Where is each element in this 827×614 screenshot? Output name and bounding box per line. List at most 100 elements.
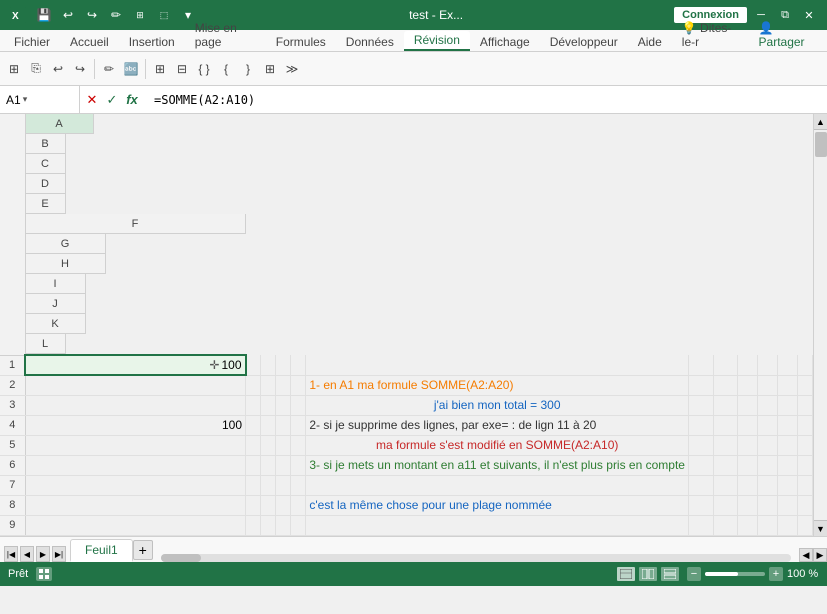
- scroll-thumb[interactable]: [815, 132, 827, 157]
- tab-prev-button[interactable]: ◀: [20, 546, 34, 562]
- cell-k7[interactable]: [778, 475, 798, 495]
- toolbar-icon-9[interactable]: { }: [194, 59, 214, 79]
- toolbar-icon-4[interactable]: ↪: [70, 59, 90, 79]
- cell-j3[interactable]: [758, 395, 778, 415]
- cell-j7[interactable]: [758, 475, 778, 495]
- cell-i6[interactable]: [738, 455, 758, 475]
- toolbar-icon-1[interactable]: ⊞: [4, 59, 24, 79]
- cell-reference-box[interactable]: A1 ▾: [0, 86, 80, 113]
- zoom-out-button[interactable]: −: [687, 567, 701, 581]
- page-break-view-icon[interactable]: [661, 567, 679, 581]
- redo-icon[interactable]: ↪: [82, 5, 102, 25]
- cell-k2[interactable]: [778, 375, 798, 395]
- cell-j5[interactable]: [758, 435, 778, 455]
- cell-d2[interactable]: [276, 375, 291, 395]
- normal-view-icon[interactable]: [617, 567, 635, 581]
- cell-i8[interactable]: [738, 495, 758, 515]
- cell-b1[interactable]: [246, 355, 261, 375]
- cell-e5[interactable]: [291, 435, 306, 455]
- cell-a4[interactable]: 100: [25, 415, 246, 435]
- cell-g3[interactable]: [688, 395, 713, 415]
- cell-j6[interactable]: [758, 455, 778, 475]
- cell-d8[interactable]: [276, 495, 291, 515]
- cell-d1[interactable]: [276, 355, 291, 375]
- col-header-f[interactable]: F: [26, 214, 246, 234]
- cell-j2[interactable]: [758, 375, 778, 395]
- cell-h2[interactable]: [713, 375, 738, 395]
- tab-insertion[interactable]: Insertion: [119, 33, 185, 51]
- save-icon[interactable]: 💾: [34, 5, 54, 25]
- cell-c2[interactable]: [261, 375, 276, 395]
- cell-a1[interactable]: ✛100: [25, 355, 246, 375]
- add-sheet-button[interactable]: +: [133, 540, 153, 560]
- tab-next-button[interactable]: ▶: [36, 546, 50, 562]
- vertical-scrollbar[interactable]: ▲ ▼: [813, 114, 827, 536]
- cell-k4[interactable]: [778, 415, 798, 435]
- cell-c6[interactable]: [261, 455, 276, 475]
- cell-i5[interactable]: [738, 435, 758, 455]
- toolbar-icon-11[interactable]: }: [238, 59, 258, 79]
- scroll-up-arrow[interactable]: ▲: [814, 114, 827, 130]
- tab-partager[interactable]: 👤 Partager: [749, 19, 823, 51]
- cell-j1[interactable]: [758, 355, 778, 375]
- cell-g1[interactable]: [688, 355, 713, 375]
- formula-input[interactable]: [148, 93, 827, 107]
- toolbar-icon-8[interactable]: ⊟: [172, 59, 192, 79]
- cell-e6[interactable]: [291, 455, 306, 475]
- toolbar-icon-13[interactable]: ≫: [282, 59, 302, 79]
- cell-b4[interactable]: [246, 415, 261, 435]
- cell-c3[interactable]: [261, 395, 276, 415]
- cell-d6[interactable]: [276, 455, 291, 475]
- toolbar-icon-10[interactable]: {: [216, 59, 236, 79]
- cell-g8[interactable]: [688, 495, 713, 515]
- cell-l6[interactable]: [797, 455, 812, 475]
- zoom-slider[interactable]: [705, 572, 765, 576]
- col-header-a[interactable]: A: [26, 114, 94, 134]
- cell-c7[interactable]: [261, 475, 276, 495]
- sheet-tab-feuil1[interactable]: Feuil1: [70, 539, 133, 562]
- zoom-in-button[interactable]: +: [769, 567, 783, 581]
- cell-k3[interactable]: [778, 395, 798, 415]
- cell-h3[interactable]: [713, 395, 738, 415]
- cell-i2[interactable]: [738, 375, 758, 395]
- tab-mise-en-page[interactable]: Mise en page: [185, 19, 266, 51]
- cell-f3[interactable]: j'ai bien mon total = 300: [306, 395, 689, 415]
- cell-i4[interactable]: [738, 415, 758, 435]
- col-header-b[interactable]: B: [26, 134, 66, 154]
- cell-j4[interactable]: [758, 415, 778, 435]
- toolbar-icon-12[interactable]: ⊞: [260, 59, 280, 79]
- tab-formules[interactable]: Formules: [266, 33, 336, 51]
- cell-f2[interactable]: 1- en A1 ma formule SOMME(A2:A20): [306, 375, 689, 395]
- cell-c5[interactable]: [261, 435, 276, 455]
- col-header-g[interactable]: G: [26, 234, 106, 254]
- cell-h8[interactable]: [713, 495, 738, 515]
- col-header-i[interactable]: I: [26, 274, 86, 294]
- form-icon[interactable]: ⊞: [130, 5, 150, 25]
- col-header-c[interactable]: C: [26, 154, 66, 174]
- cell-g6[interactable]: [688, 455, 713, 475]
- cell-f7[interactable]: [306, 475, 689, 495]
- cell-e1[interactable]: [291, 355, 306, 375]
- cell-g7[interactable]: [688, 475, 713, 495]
- cell-l4[interactable]: [797, 415, 812, 435]
- h-scroll-thumb[interactable]: [161, 554, 201, 562]
- cell-h4[interactable]: [713, 415, 738, 435]
- cell-g2[interactable]: [688, 375, 713, 395]
- pencil-icon[interactable]: ✏: [106, 5, 126, 25]
- tab-fichier[interactable]: Fichier: [4, 33, 60, 51]
- col-header-l[interactable]: L: [26, 334, 66, 354]
- tab-revision[interactable]: Révision: [404, 31, 470, 51]
- tab-last-button[interactable]: ▶|: [52, 546, 66, 562]
- grid-main[interactable]: A B C D E F G H I J K L: [0, 114, 813, 536]
- cell-c1[interactable]: [261, 355, 276, 375]
- cell-f8[interactable]: c'est la même chose pour une plage nommé…: [306, 495, 689, 515]
- cell-g4[interactable]: [688, 415, 713, 435]
- cell-h6[interactable]: [713, 455, 738, 475]
- cell-i1[interactable]: [738, 355, 758, 375]
- cell-b2[interactable]: [246, 375, 261, 395]
- cell-d5[interactable]: [276, 435, 291, 455]
- cell-i7[interactable]: [738, 475, 758, 495]
- cell-k8[interactable]: [778, 495, 798, 515]
- cell-a6[interactable]: [25, 455, 246, 475]
- tab-dites[interactable]: 💡 Dites-le-r: [672, 19, 749, 51]
